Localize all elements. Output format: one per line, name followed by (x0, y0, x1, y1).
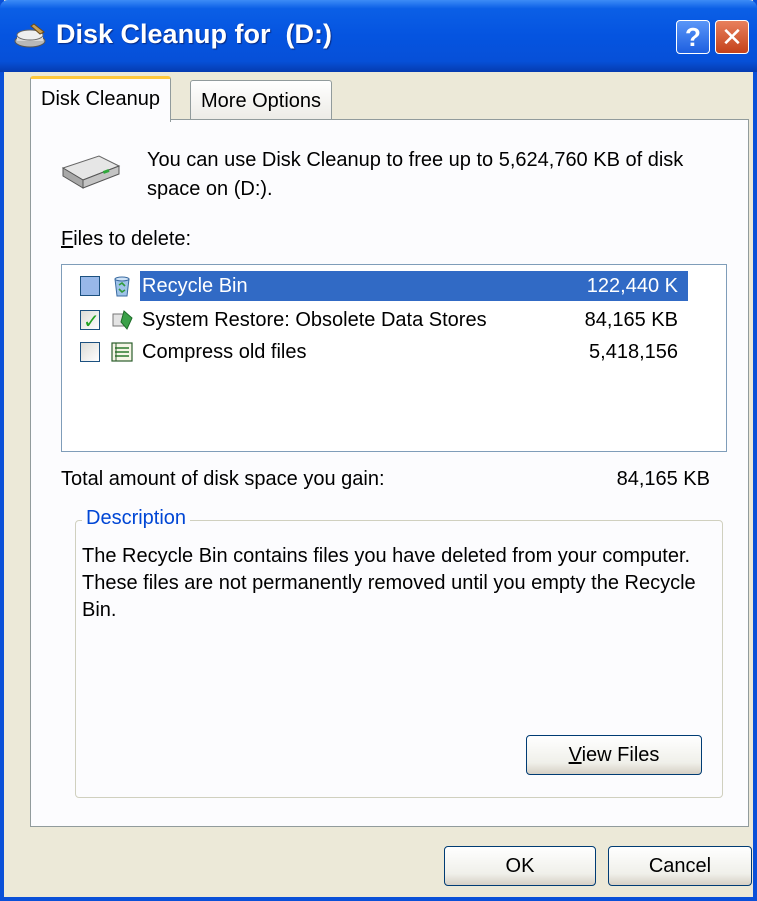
file-size: 84,165 KB (584, 309, 678, 331)
disk-cleanup-window: Disk Cleanup for (D:) ? ✕ Disk Cleanup M… (0, 0, 757, 901)
compress-files-icon (111, 342, 133, 362)
checkbox-compress-old-files[interactable] (80, 342, 100, 362)
description-group: Description The Recycle Bin contains fil… (75, 507, 723, 798)
tab-disk-cleanup[interactable]: Disk Cleanup (30, 76, 171, 122)
files-to-delete-label: Files to delete: (61, 228, 191, 251)
files-list[interactable]: Recycle Bin 122,440 K ✓ System Restore: … (61, 264, 727, 452)
list-item-recycle-bin[interactable]: Recycle Bin 122,440 K (76, 271, 688, 301)
system-restore-icon (112, 310, 133, 330)
list-item-system-restore[interactable]: ✓ System Restore: Obsolete Data Stores 8… (76, 305, 688, 335)
title-bar[interactable]: Disk Cleanup for (D:) ? ✕ (0, 0, 757, 72)
file-name: Compress old files (142, 341, 307, 363)
disk-cleanup-icon (14, 23, 46, 48)
total-space-label: Total amount of disk space you gain: (61, 468, 385, 490)
checkmark-icon: ✓ (83, 311, 100, 333)
intro-text: You can use Disk Cleanup to free up to 5… (147, 149, 684, 200)
list-item-compress-old-files[interactable]: Compress old files 5,418,156 (76, 337, 688, 367)
files-label-mnemonic: F (61, 228, 74, 250)
files-label-text: iles to delete: (73, 228, 192, 250)
ok-button[interactable]: OK (444, 846, 596, 886)
file-name: Recycle Bin (142, 275, 248, 297)
description-text: The Recycle Bin contains files you have … (82, 545, 696, 621)
checkbox-system-restore[interactable]: ✓ (80, 310, 100, 333)
close-button[interactable]: ✕ (715, 20, 749, 54)
tab-more-options[interactable]: More Options (190, 80, 333, 120)
view-files-label: iew Files (581, 744, 660, 766)
description-title: Description (82, 507, 191, 530)
cancel-button[interactable]: Cancel (608, 846, 752, 886)
file-size: 5,418,156 (589, 341, 678, 363)
view-files-mnemonic: V (568, 744, 582, 766)
recycle-bin-icon (114, 276, 130, 297)
window-title: Disk Cleanup for (D:) (56, 19, 333, 49)
total-space-value: 84,165 KB (616, 468, 710, 490)
tab-panel: You can use Disk Cleanup to free up to 5… (30, 119, 749, 827)
file-name: System Restore: Obsolete Data Stores (142, 309, 487, 331)
view-files-button[interactable]: View Files (526, 735, 702, 775)
file-size: 122,440 K (586, 275, 678, 297)
help-button[interactable]: ? (676, 20, 710, 54)
checkbox-recycle-bin[interactable] (80, 276, 100, 296)
hard-drive-icon (61, 155, 121, 189)
